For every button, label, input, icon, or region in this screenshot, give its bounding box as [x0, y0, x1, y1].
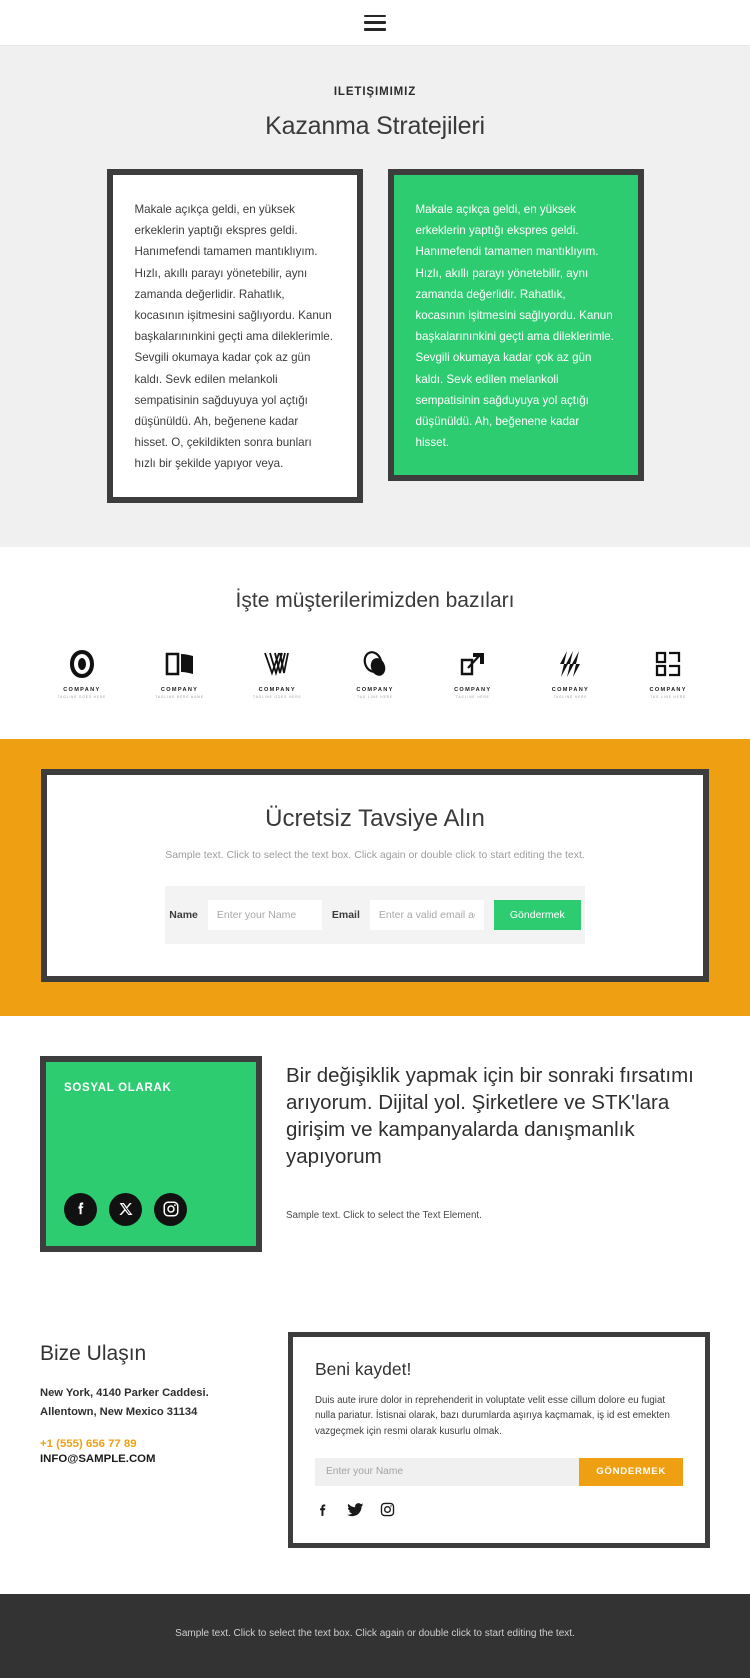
bracket-blocks-mark-icon [654, 647, 682, 681]
facebook-icon[interactable] [64, 1192, 97, 1226]
contact-address: New York, 4140 Parker Caddesi. Allentown… [40, 1384, 256, 1423]
x-twitter-icon[interactable] [109, 1192, 142, 1226]
contact-phone-link[interactable]: +1 (555) 656 77 89 [40, 1438, 256, 1450]
client-logo-name: COMPANY [649, 686, 687, 693]
name-label: Name [169, 908, 198, 921]
client-logo-row: COMPANY TAGLINE GOES HERE COMPANY TAGLIN… [0, 647, 750, 699]
address-line-2: Allentown, New Mexico 31134 [40, 1405, 198, 1418]
instagram-icon[interactable] [379, 1501, 396, 1518]
signup-box: Beni kaydet! Duis aute irure dolor in re… [288, 1331, 710, 1548]
section-eyebrow: ILETIŞIMIMIZ [333, 86, 417, 98]
client-logo-7[interactable]: COMPANY TAG LINE HERE [636, 647, 700, 699]
contact-heading: Bize Ulaşın [40, 1341, 147, 1365]
client-logo-tagline: TAGLINE GOES HERE [57, 694, 107, 699]
instagram-icon[interactable] [154, 1192, 187, 1226]
facebook-icon[interactable] [315, 1501, 332, 1518]
submit-button[interactable]: Göndermek [493, 899, 581, 930]
contact-row: Bize Ulaşın New York, 4140 Parker Caddes… [0, 1331, 750, 1548]
abstract-o-mark-icon [68, 647, 96, 681]
signup-social-icons [315, 1500, 683, 1519]
footer-text: Sample text. Click to select the text bo… [175, 1627, 575, 1639]
signup-name-input[interactable] [315, 1457, 580, 1486]
twitter-icon[interactable] [346, 1500, 365, 1519]
client-logo-2[interactable]: COMPANY TAGLINE HERE NAME [148, 647, 212, 699]
site-header [0, 0, 750, 46]
client-logo-tagline: TAGLINE HERE [553, 694, 588, 699]
client-logo-5[interactable]: COMPANY TAGLINE HERE [441, 647, 505, 699]
quote-card-row: Makale açıkça geldi, en yüksek erkekleri… [0, 169, 750, 503]
cta-section: Ücretsiz Tavsiye Alın Sample text. Click… [0, 738, 750, 1016]
contact-email-link[interactable]: INFO@SAMPLE.COM [40, 1453, 256, 1465]
quotes-section: ILETIŞIMIMIZ Kazanma Stratejileri Makale… [0, 46, 750, 547]
name-input[interactable] [207, 899, 322, 930]
square-arrow-mark-icon [459, 647, 487, 681]
client-logo-name: COMPANY [454, 686, 492, 693]
statement-subtext: Sample text. Click to select the Text El… [286, 1209, 482, 1221]
client-logo-tagline: TAGLINE HERE NAME [155, 694, 204, 699]
lightning-strokes-mark-icon [557, 647, 583, 681]
hamburger-line [364, 28, 386, 31]
client-logo-tagline: TAG LINE HERE [357, 694, 393, 699]
hamburger-menu-icon[interactable] [364, 14, 386, 32]
open-book-mark-icon [165, 647, 195, 681]
social-card-title: SOSYAL OLARAK [64, 1081, 172, 1094]
statement-heading: Bir değişiklik yapmak için bir sonraki f… [286, 1063, 694, 1168]
site-footer: Sample text. Click to select the text bo… [0, 1593, 750, 1678]
clients-section: İşte müşterilerimizden bazıları COMPANY … [0, 546, 750, 739]
signup-title: Beni kaydet! [315, 1358, 412, 1379]
client-logo-4[interactable]: COMPANY TAG LINE HERE [343, 647, 407, 699]
social-card: SOSYAL OLARAK [40, 1055, 262, 1252]
statement-column: Bir değişiklik yapmak için bir sonraki f… [286, 1056, 710, 1221]
clients-title: İşte müşterilerimizden bazıları [235, 588, 515, 612]
page-title: Kazanma Stratejileri [265, 112, 485, 140]
signup-body-text: Duis aute irure dolor in reprehenderit i… [315, 1394, 670, 1438]
email-label: Email [331, 908, 360, 921]
client-logo-tagline: TAGLINE HERE [455, 694, 490, 699]
client-logo-name: COMPANY [160, 686, 199, 693]
client-logo-name: COMPANY [551, 686, 590, 693]
advice-form: Name Email Göndermek [165, 885, 585, 944]
address-line-1: New York, 4140 Parker Caddesi. [40, 1386, 209, 1399]
contact-details: Bize Ulaşın New York, 4140 Parker Caddes… [40, 1332, 256, 1466]
client-logo-3[interactable]: COMPANY TAGLINE GOES HERE [245, 647, 309, 699]
email-input[interactable] [369, 899, 484, 930]
client-logo-name: COMPANY [356, 686, 394, 693]
quote-card-green: Makale açıkça geldi, en yüksek erkekleri… [387, 169, 644, 482]
overlapping-circles-mark-icon [360, 647, 390, 681]
client-logo-name: COMPANY [258, 686, 296, 693]
client-logo-tagline: TAG LINE HERE [650, 694, 687, 699]
signup-form: GÖNDERMEK [315, 1457, 683, 1486]
client-logo-6[interactable]: COMPANY TAGLINE HERE [539, 647, 603, 699]
client-logo-1[interactable]: COMPANY TAGLINE GOES HERE [50, 647, 114, 699]
social-icon-list [64, 1192, 238, 1226]
hamburger-line [364, 21, 386, 24]
signup-submit-button[interactable]: GÖNDERMEK [579, 1457, 683, 1486]
chevron-lines-mark-icon [262, 647, 292, 681]
social-section: SOSYAL OLARAK Bir değişiklik yapmak için… [0, 1015, 750, 1296]
contact-section: Bize Ulaşın New York, 4140 Parker Caddes… [0, 1295, 750, 1594]
cta-title: Ücretsiz Tavsiye Alın [265, 804, 485, 832]
cta-box: Ücretsiz Tavsiye Alın Sample text. Click… [41, 768, 709, 982]
cta-subtitle: Sample text. Click to select the text bo… [165, 848, 585, 861]
social-row: SOSYAL OLARAK Bir değişiklik yapmak için… [0, 1055, 750, 1252]
quote-card-light: Makale açıkça geldi, en yüksek erkekleri… [106, 169, 363, 503]
hamburger-line [364, 14, 386, 17]
client-logo-name: COMPANY [63, 686, 101, 693]
client-logo-tagline: TAGLINE GOES HERE [253, 694, 302, 699]
